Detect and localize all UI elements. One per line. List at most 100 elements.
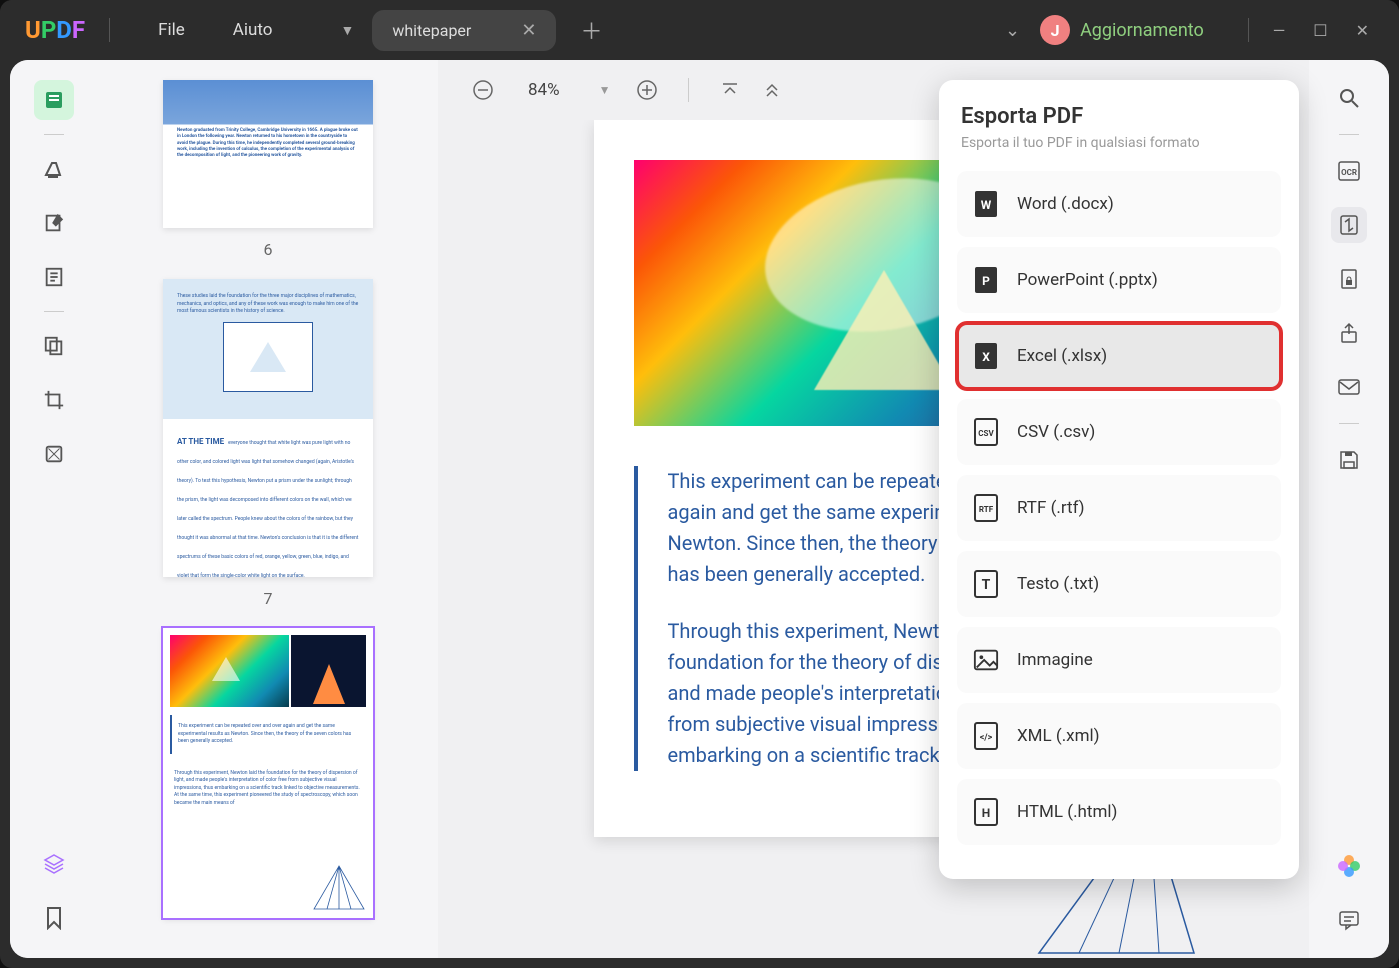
text-tool[interactable]	[34, 257, 74, 297]
thumbnail-page-7[interactable]: These studies laid the foundation for th…	[163, 279, 373, 577]
diagram-icon	[223, 322, 313, 392]
layers-icon	[42, 852, 66, 876]
svg-text:P: P	[982, 274, 990, 288]
note-pencil-icon	[43, 212, 65, 234]
search-button[interactable]	[1331, 80, 1367, 116]
separator	[688, 78, 689, 102]
export-text[interactable]: T Testo (.txt)	[957, 551, 1281, 617]
flower-ai-icon	[1336, 853, 1362, 879]
minimize-button[interactable]: —	[1273, 21, 1286, 40]
export-powerpoint[interactable]: P PowerPoint (.pptx)	[957, 247, 1281, 313]
separator	[44, 134, 64, 135]
thumbnails-tool[interactable]	[34, 80, 74, 120]
bookmark-tool[interactable]	[34, 898, 74, 938]
thumbnail-page-8[interactable]: This experiment can be repeated over and…	[163, 628, 373, 918]
save-button[interactable]	[1331, 442, 1367, 478]
export-panel: Esporta PDF Esporta il tuo PDF in qualsi…	[939, 80, 1299, 879]
excel-icon: X	[973, 341, 999, 371]
tabs-area: ▼ whitepaper ✕ ＋	[316, 10, 602, 51]
redact-icon	[43, 443, 65, 465]
svg-text:</>: </>	[980, 733, 993, 743]
comment-button[interactable]	[1331, 902, 1367, 938]
thumb-text: These studies laid the foundation for th…	[177, 293, 359, 316]
svg-text:CSV: CSV	[978, 429, 994, 438]
user-avatar: J	[1040, 15, 1070, 45]
export-image[interactable]: Immagine	[957, 627, 1281, 693]
image-icon	[973, 645, 999, 675]
thumb-text: This experiment can be repeated over and…	[170, 715, 366, 754]
zoom-out-button[interactable]	[468, 75, 498, 105]
highlighter-icon	[42, 157, 66, 181]
thumb-text: Through this experiment, Newton laid the…	[170, 762, 366, 816]
organize-tool[interactable]	[34, 326, 74, 366]
add-tab-button[interactable]: ＋	[580, 14, 602, 46]
export-html[interactable]: H HTML (.html)	[957, 779, 1281, 845]
tab-title: whitepaper	[392, 21, 471, 40]
plus-circle-icon	[636, 79, 658, 101]
crop-icon	[43, 389, 65, 411]
update-label: Aggiornamento	[1080, 20, 1204, 41]
chevron-down-icon[interactable]: ⌄	[1005, 20, 1020, 41]
thumbnails-panel: Newton graduated from Trinity College, C…	[98, 60, 438, 958]
thumb-number: 7	[264, 589, 273, 608]
export-title: Esporta PDF	[957, 104, 1281, 129]
highlight-tool[interactable]	[34, 149, 74, 189]
share-button[interactable]	[1331, 315, 1367, 351]
svg-text:RTF: RTF	[979, 505, 994, 514]
share-icon	[1338, 322, 1360, 344]
zoom-dropdown[interactable]: ▼	[590, 75, 620, 105]
bookmark-icon	[44, 906, 64, 930]
svg-text:X: X	[982, 350, 990, 364]
svg-text:H: H	[982, 806, 990, 820]
email-button[interactable]	[1331, 369, 1367, 405]
separator	[1248, 18, 1249, 42]
app-window: UPDF File Aiuto ▼ whitepaper ✕ ＋ ⌄ J Agg…	[0, 0, 1399, 968]
csv-icon: CSV	[973, 417, 999, 447]
protect-button[interactable]	[1331, 261, 1367, 297]
export-subtitle: Esporta il tuo PDF in qualsiasi formato	[957, 135, 1281, 151]
close-button[interactable]: ✕	[1356, 21, 1369, 40]
document-tab[interactable]: whitepaper ✕	[372, 10, 556, 51]
xml-icon: </>	[973, 721, 999, 751]
layers-tool[interactable]	[34, 844, 74, 884]
tab-close-icon[interactable]: ✕	[521, 20, 536, 41]
svg-text:W: W	[981, 198, 992, 212]
export-label: Word (.docx)	[1017, 194, 1114, 214]
minus-circle-icon	[472, 79, 494, 101]
thumb-text: Newton graduated from Trinity College, C…	[177, 128, 359, 159]
svg-text:OCR: OCR	[1341, 168, 1357, 177]
double-chevron-up-icon	[763, 81, 781, 99]
separator	[1339, 134, 1359, 135]
user-area[interactable]: J Aggiornamento	[1040, 15, 1204, 45]
ocr-button[interactable]: OCR	[1331, 153, 1367, 189]
page-lines-icon	[43, 266, 65, 288]
export-label: XML (.xml)	[1017, 726, 1100, 746]
scroll-top-button[interactable]	[715, 75, 745, 105]
maximize-button[interactable]: ☐	[1313, 21, 1327, 40]
menu-file[interactable]: File	[158, 20, 185, 40]
export-word[interactable]: W Word (.docx)	[957, 171, 1281, 237]
ai-button[interactable]	[1331, 848, 1367, 884]
lock-page-icon	[1339, 267, 1359, 291]
export-rtf[interactable]: RTF RTF (.rtf)	[957, 475, 1281, 541]
powerpoint-icon: P	[973, 265, 999, 295]
export-csv[interactable]: CSV CSV (.csv)	[957, 399, 1281, 465]
redact-tool[interactable]	[34, 434, 74, 474]
crop-tool[interactable]	[34, 380, 74, 420]
scroll-up-button[interactable]	[757, 75, 787, 105]
tab-dropdown-icon[interactable]: ▼	[340, 22, 354, 39]
comment-icon	[1338, 909, 1360, 931]
annotate-tool[interactable]	[34, 203, 74, 243]
menu-help[interactable]: Aiuto	[233, 20, 273, 40]
window-controls: — ☐ ✕	[1273, 21, 1369, 40]
export-excel[interactable]: X Excel (.xlsx)	[957, 323, 1281, 389]
zoom-in-button[interactable]	[632, 75, 662, 105]
pages-icon	[43, 335, 65, 357]
separator	[109, 18, 110, 42]
export-button[interactable]	[1331, 207, 1367, 243]
export-xml[interactable]: </> XML (.xml)	[957, 703, 1281, 769]
thumbnail-page-6[interactable]: Newton graduated from Trinity College, C…	[163, 80, 373, 228]
ocr-icon: OCR	[1337, 160, 1361, 182]
export-label: Immagine	[1017, 650, 1093, 670]
thumb-text: everyone thought that white light was pu…	[177, 440, 358, 579]
